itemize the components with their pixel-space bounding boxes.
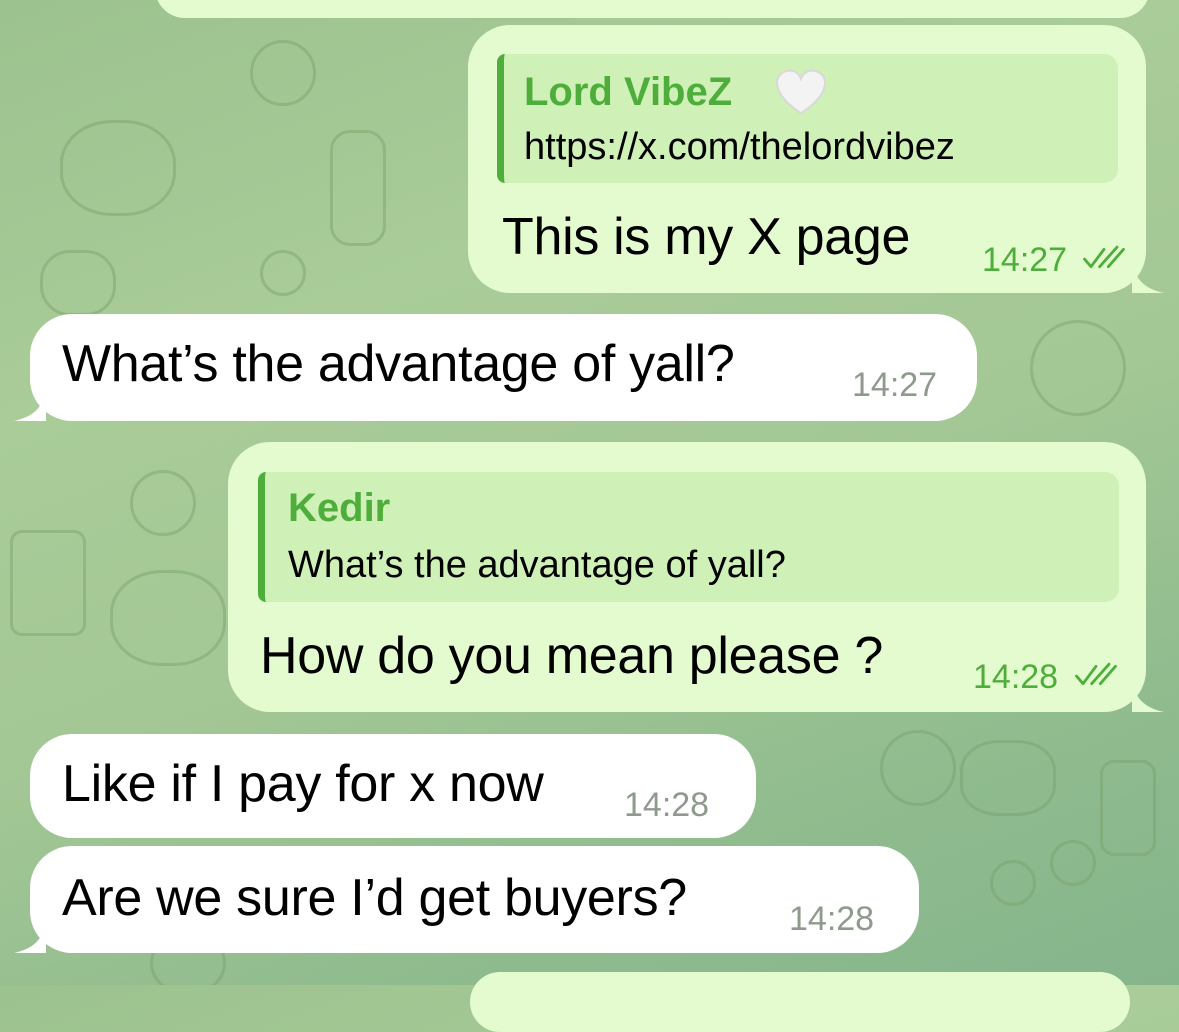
bubble-tail [14,923,46,953]
double-check-icon [1083,245,1125,269]
wallpaper-doodle [260,250,306,296]
message-text: How do you mean please ? [260,627,883,685]
reply-sender-name: Lord VibeZ [524,70,733,114]
message-bubble-incoming[interactable]: What’s the advantage of yall? 14:27 [14,314,977,421]
bubble-tail [1132,263,1164,293]
wallpaper-doodle [1030,320,1126,416]
next-message-bubble[interactable] [470,972,1130,1032]
reply-text[interactable]: https://x.com/thelordvibez [524,126,955,169]
wallpaper-doodle [10,530,86,636]
reply-quote[interactable]: Lord VibeZ https://x.com/thelordvibez [497,54,1118,183]
white-heart-icon [775,69,827,115]
wallpaper-doodle [960,740,1056,816]
reply-text: What’s the advantage of yall? [288,544,786,586]
message-time: 14:27 [982,241,1068,279]
bubble-tail [14,391,46,421]
message-text: Are we sure I’d get buyers? [62,869,687,927]
wallpaper-doodle [40,250,116,316]
wallpaper-doodle [250,40,316,106]
wallpaper-doodle [990,860,1036,906]
wallpaper-doodle [130,470,196,536]
message-bubble-incoming[interactable]: Are we sure I’d get buyers? 14:28 [14,846,919,953]
wallpaper-doodle [60,120,176,216]
message-text: What’s the advantage of yall? [62,335,735,393]
bubble-tail [1132,682,1164,712]
previous-message-bubble[interactable] [155,0,1150,18]
message-bubble-outgoing[interactable]: Kedir What’s the advantage of yall? How … [228,442,1164,712]
wallpaper-doodle [1100,760,1156,856]
message-text: Like if I pay for x now [62,755,544,813]
message-time: 14:28 [624,786,710,824]
wallpaper-doodle [330,130,386,246]
wallpaper-doodle [1050,840,1096,886]
reply-sender-name: Kedir [288,486,391,530]
message-time: 14:28 [789,900,875,938]
message-text: This is my X page [502,208,911,266]
message-bubble-outgoing[interactable]: Lord VibeZ https://x.com/thelordvibez Th… [468,25,1164,293]
wallpaper-doodle [880,730,956,806]
wallpaper-doodle [110,570,226,666]
reply-quote[interactable]: Kedir What’s the advantage of yall? [258,472,1119,602]
double-check-icon [1075,662,1117,686]
message-time: 14:27 [852,366,938,404]
message-time: 14:28 [973,658,1059,696]
message-bubble-incoming[interactable]: Like if I pay for x now 14:28 [30,734,756,838]
